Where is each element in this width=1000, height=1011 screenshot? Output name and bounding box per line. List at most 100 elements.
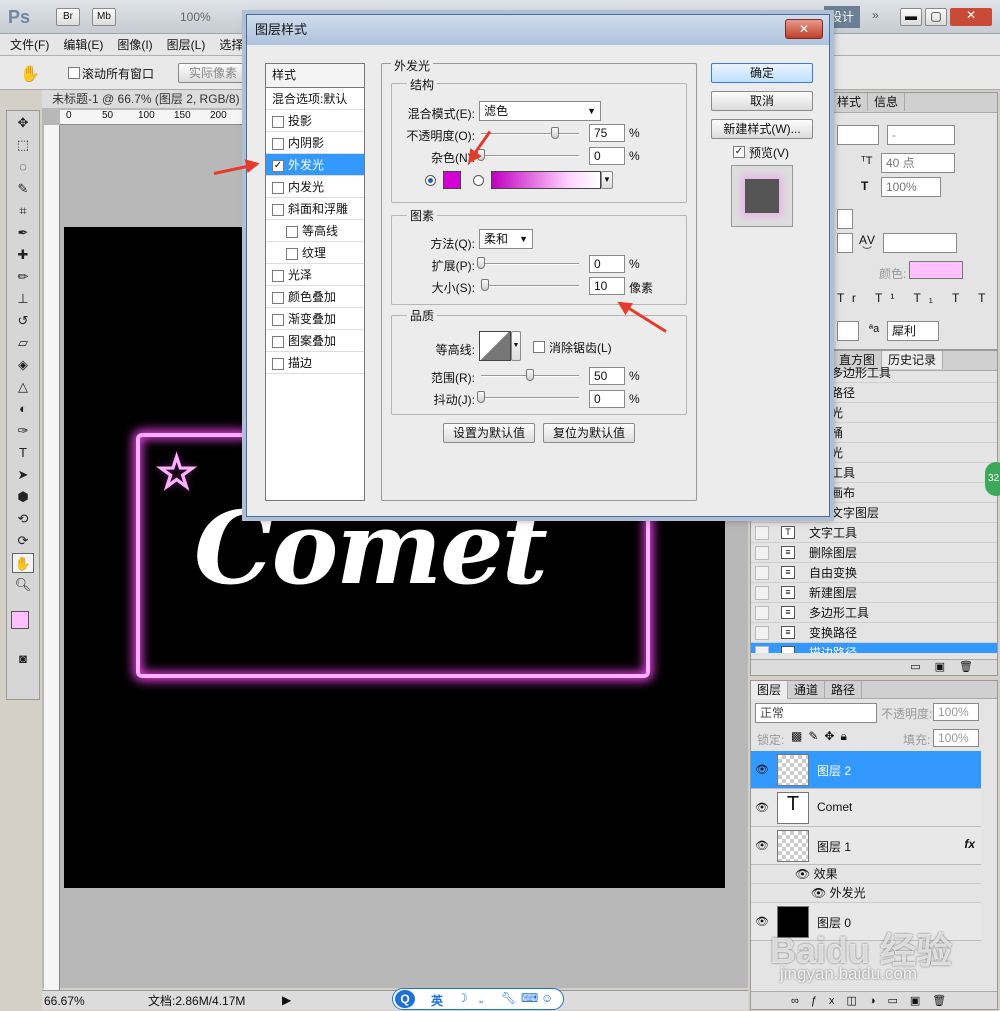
zoom-level[interactable]: 100% <box>180 10 211 24</box>
glow-color-swatch[interactable] <box>443 171 461 189</box>
status-zoom[interactable]: 66.67% <box>44 992 85 1010</box>
fill-field[interactable]: 100% <box>933 729 979 747</box>
crop-tool-icon[interactable]: ⌗ <box>12 201 34 221</box>
eyedropper-tool-icon[interactable]: ✒ <box>12 223 34 243</box>
ime-wrench-icon[interactable]: 🔧︎ <box>501 991 516 1005</box>
range-slider[interactable] <box>481 369 579 383</box>
style-item[interactable]: 混合选项:默认 <box>266 88 364 110</box>
ime-smile-icon[interactable]: ☺ <box>541 991 553 1005</box>
history-snapshot-box[interactable] <box>755 546 769 560</box>
antialias-checkbox[interactable] <box>533 341 545 353</box>
ime-moon-icon[interactable]: ☽ <box>457 991 468 1005</box>
quick-select-tool-icon[interactable]: ✎ <box>12 179 34 199</box>
noise-field[interactable]: 0 <box>589 147 625 165</box>
effects-row[interactable]: 👁︎ 效果 <box>751 865 981 884</box>
visibility-eye-icon[interactable]: 👁︎ <box>755 915 771 928</box>
antialias-select[interactable]: 犀利 <box>887 321 939 341</box>
history-item[interactable]: ≡ 删除图层 <box>751 543 997 563</box>
marquee-tool-icon[interactable]: ⬚ <box>12 135 34 155</box>
bridge-button[interactable]: Br <box>56 8 80 26</box>
maximize-button[interactable]: ▢ <box>925 8 947 26</box>
jitter-field[interactable]: 0 <box>589 390 625 408</box>
style-item[interactable]: 投影 <box>266 110 364 132</box>
contour-picker[interactable] <box>479 331 511 361</box>
menu-item[interactable]: 编辑(E) <box>63 38 103 52</box>
scroll-all-checkbox[interactable] <box>68 67 80 79</box>
style-item[interactable]: 渐变叠加 <box>266 308 364 330</box>
visibility-eye-icon[interactable]: 👁︎ <box>755 839 771 852</box>
style-checkbox[interactable] <box>272 203 284 216</box>
foreground-color-swatch[interactable] <box>11 611 29 629</box>
visibility-eye-icon[interactable]: 👁︎ <box>755 763 771 776</box>
char-panel-tab[interactable]: 信息 <box>868 93 906 111</box>
style-item[interactable]: 斜面和浮雕 <box>266 198 364 220</box>
layer-row[interactable]: 👁︎ 图层 2 <box>751 751 981 789</box>
method-select[interactable]: 柔和 ▼ <box>479 229 533 249</box>
menu-item[interactable]: 图像(I) <box>117 38 152 52</box>
style-item[interactable]: 图案叠加 <box>266 330 364 352</box>
blur-tool-icon[interactable]: △ <box>12 377 34 397</box>
style-checkbox[interactable] <box>272 269 284 282</box>
lasso-tool-icon[interactable]: ◌ <box>12 157 34 177</box>
style-checkbox[interactable]: ✓ <box>272 159 284 172</box>
lock-icons[interactable]: ▩✎✥🔒︎ <box>791 729 853 744</box>
style-checkbox[interactable] <box>272 357 284 370</box>
baseline-select[interactable] <box>883 233 957 253</box>
layer-row[interactable]: 👁︎ 图层 1 fx <box>751 827 981 865</box>
ime-keyboard-icon[interactable]: ⌨ <box>521 991 538 1005</box>
path-select-icon[interactable]: ➤ <box>12 465 34 485</box>
size-field[interactable]: 10 <box>589 277 625 295</box>
effects-eye-icon[interactable]: 👁︎ <box>795 867 814 881</box>
spread-field[interactable]: 0 <box>589 255 625 273</box>
layers-footer-icons[interactable]: ∞ƒx◫◑▭▣🗑︎ <box>751 991 997 1009</box>
ime-logo-icon[interactable]: Q <box>395 990 415 1008</box>
history-footer-icons[interactable]: ▭▣🗑︎ <box>751 659 997 675</box>
side-badge[interactable]: 32 <box>985 462 1000 496</box>
style-item[interactable]: 颜色叠加 <box>266 286 364 308</box>
stamp-tool-icon[interactable]: ⊥ <box>12 289 34 309</box>
fx-badge[interactable]: fx <box>964 837 975 851</box>
opacity-slider[interactable] <box>481 127 579 141</box>
history-item[interactable]: ≡ 自由变换 <box>751 563 997 583</box>
history-snapshot-box[interactable] <box>755 586 769 600</box>
style-item[interactable]: ✓ 外发光 <box>266 154 364 176</box>
document-tab[interactable]: 未标题-1 @ 66.7% (图层 2, RGB/8) * <box>42 90 252 108</box>
history-item[interactable]: ≡ 变换路径 <box>751 623 997 643</box>
text-style-buttons[interactable]: Tr T¹ T₁ T T <box>837 291 994 305</box>
brush-tool-icon[interactable]: ✏ <box>12 267 34 287</box>
style-item[interactable]: 内发光 <box>266 176 364 198</box>
layers-panel-tab[interactable]: 路径 <box>825 681 863 699</box>
reset-default-button[interactable]: 复位为默认值 <box>543 423 635 443</box>
eraser-tool-icon[interactable]: ▱ <box>12 333 34 353</box>
preview-checkbox[interactable]: ✓ <box>733 146 745 158</box>
language-select[interactable] <box>837 321 859 341</box>
history-brush-icon[interactable]: ↺ <box>12 311 34 331</box>
hand-tool-icon[interactable]: ✋ <box>20 64 40 84</box>
color-radio[interactable] <box>425 175 436 186</box>
actual-pixels-button[interactable]: 实际像素 <box>178 63 248 83</box>
style-item[interactable]: 光泽 <box>266 264 364 286</box>
opacity-field[interactable]: 75 <box>589 124 625 142</box>
history-item[interactable]: ≡ 多边形工具 <box>751 603 997 623</box>
history-snapshot-box[interactable] <box>755 626 769 640</box>
blend-mode-select[interactable]: 滤色 ▼ <box>479 101 601 121</box>
healing-brush-icon[interactable]: ✚ <box>12 245 34 265</box>
move-tool-icon[interactable]: ✥ <box>12 113 34 133</box>
range-field[interactable]: 50 <box>589 367 625 385</box>
window-close-button[interactable]: ✕ <box>950 8 992 26</box>
gradient-dropdown-icon[interactable]: ▼ <box>601 171 613 189</box>
pen-tool-icon[interactable]: ✑ <box>12 421 34 441</box>
style-checkbox[interactable] <box>272 291 284 304</box>
dialog-close-button[interactable]: ✕ <box>785 19 823 39</box>
dodge-tool-icon[interactable]: ◐ <box>12 399 34 419</box>
status-menu-arrow-icon[interactable]: ▶ <box>282 991 291 1009</box>
effect-row[interactable]: 👁︎ 外发光 <box>751 884 981 903</box>
zoom-tool-icon[interactable]: 🔍︎ <box>12 575 34 595</box>
layers-panel-tab[interactable]: 图层 <box>751 681 789 699</box>
cancel-button[interactable]: 取消 <box>711 91 813 111</box>
layer-row[interactable]: 👁︎ T Comet <box>751 789 981 827</box>
contour-dropdown-icon[interactable]: ▼ <box>511 331 521 361</box>
ok-button[interactable]: 确定 <box>711 63 813 83</box>
styles-header[interactable]: 样式 <box>266 64 364 88</box>
layer-blend-select[interactable]: 正常 <box>755 703 877 723</box>
